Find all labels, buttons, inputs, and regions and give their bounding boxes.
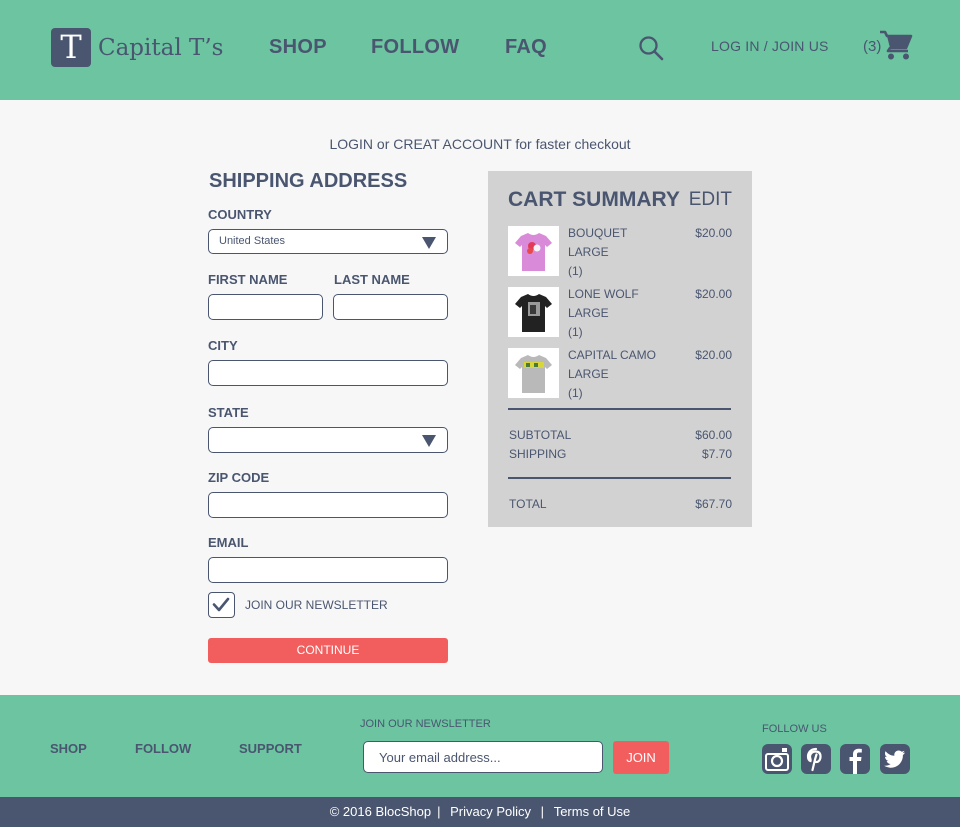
- privacy-policy-link[interactable]: Privacy Policy: [450, 804, 531, 819]
- twitter-icon[interactable]: [880, 744, 910, 774]
- copyright-text: © 2016 BlocShop: [329, 804, 432, 819]
- divider: [508, 477, 731, 479]
- search-icon[interactable]: [638, 35, 664, 61]
- subtotal-label: SUBTOTAL: [509, 428, 572, 442]
- item-name: LONE WOLF: [568, 287, 639, 301]
- shipping-label: SHIPPING: [509, 447, 567, 461]
- total-value: $67.70: [695, 497, 732, 511]
- site-footer: SHOP FOLLOW SUPPORT JOIN OUR NEWSLETTER …: [0, 695, 960, 797]
- nav-follow[interactable]: FOLLOW: [371, 36, 459, 59]
- divider: [508, 408, 731, 410]
- country-value: United States: [219, 235, 286, 247]
- separator: |: [540, 804, 545, 819]
- page-title: SHIPPING ADDRESS: [209, 170, 408, 192]
- continue-button[interactable]: CONTINUE: [208, 638, 448, 663]
- city-label: CITY: [208, 338, 238, 353]
- pinterest-icon[interactable]: [801, 744, 831, 774]
- product-thumbnail: [508, 287, 559, 337]
- item-name: BOUQUET: [568, 226, 628, 240]
- cart-summary-title: CART SUMMARY: [508, 188, 680, 211]
- nav-faq[interactable]: FAQ: [505, 36, 547, 59]
- login-join-link[interactable]: LOG IN / JOIN US: [711, 38, 829, 54]
- cart-item: BOUQUET LARGE (1) $20.00: [508, 226, 732, 278]
- item-price: $20.00: [695, 226, 732, 240]
- item-size: LARGE: [568, 367, 609, 381]
- chevron-down-icon: [422, 237, 436, 249]
- terms-link[interactable]: Terms of Use: [554, 804, 631, 819]
- nav-shop[interactable]: SHOP: [269, 36, 327, 59]
- item-size: LARGE: [568, 306, 609, 320]
- zip-field[interactable]: [208, 492, 448, 518]
- cart-icon[interactable]: [879, 29, 913, 61]
- first-name-field[interactable]: [208, 294, 323, 320]
- item-price: $20.00: [695, 287, 732, 301]
- item-quantity: (1): [568, 325, 583, 339]
- site-header: T Capital T’s SHOP FOLLOW FAQ LOG IN / J…: [0, 0, 960, 100]
- shipping-value: $7.70: [701, 447, 732, 461]
- chevron-down-icon: [422, 435, 436, 447]
- item-price: $20.00: [695, 348, 732, 362]
- check-icon: [212, 597, 230, 612]
- country-label: COUNTRY: [208, 207, 272, 222]
- item-quantity: (1): [568, 386, 583, 400]
- footer-link-support[interactable]: SUPPORT: [239, 741, 302, 756]
- facebook-icon[interactable]: [840, 744, 870, 774]
- footer-link-follow[interactable]: FOLLOW: [135, 741, 191, 756]
- edit-cart-link[interactable]: EDIT: [689, 189, 732, 211]
- zip-label: ZIP CODE: [208, 470, 270, 485]
- newsletter-label: JOIN OUR NEWSLETTER: [245, 598, 388, 612]
- footer-link-shop[interactable]: SHOP: [50, 741, 87, 756]
- item-quantity: (1): [568, 264, 583, 278]
- logo-mark: T: [51, 28, 91, 67]
- state-label: STATE: [208, 405, 249, 420]
- city-field[interactable]: [208, 360, 448, 386]
- brand-name: Capital T’s: [98, 34, 224, 61]
- total-label: TOTAL: [509, 497, 547, 511]
- newsletter-email-input[interactable]: [363, 741, 603, 773]
- separator: |: [437, 804, 441, 819]
- first-name-label: FIRST NAME: [208, 272, 288, 287]
- subtotal-value: $60.00: [695, 428, 732, 442]
- bottom-bar: © 2016 BlocShop | Privacy Policy | Terms …: [0, 797, 960, 827]
- country-select[interactable]: United States: [208, 229, 448, 254]
- item-size: LARGE: [568, 245, 609, 259]
- instagram-icon[interactable]: [762, 744, 792, 774]
- follow-us-label: FOLLOW US: [762, 723, 827, 735]
- join-button[interactable]: JOIN: [613, 741, 669, 774]
- product-thumbnail: [508, 348, 559, 398]
- login-promo[interactable]: LOGIN or CREAT ACCOUNT for faster checko…: [0, 136, 960, 152]
- product-thumbnail: [508, 226, 559, 276]
- newsletter-heading: JOIN OUR NEWSLETTER: [360, 718, 491, 730]
- state-select[interactable]: [208, 427, 448, 453]
- last-name-field[interactable]: [333, 294, 448, 320]
- last-name-label: LAST NAME: [334, 272, 410, 287]
- newsletter-checkbox[interactable]: [208, 592, 235, 618]
- item-name: CAPITAL CAMO: [568, 348, 657, 362]
- email-field[interactable]: [208, 557, 448, 583]
- cart-summary: CART SUMMARY EDIT BOUQUET LARGE (1) $20.…: [488, 171, 752, 527]
- cart-item: LONE WOLF LARGE (1) $20.00: [508, 287, 732, 339]
- email-label: EMAIL: [208, 535, 249, 550]
- cart-item: CAPITAL CAMO LARGE (1) $20.00: [508, 348, 732, 400]
- brand-logo[interactable]: T Capital T’s: [51, 28, 223, 67]
